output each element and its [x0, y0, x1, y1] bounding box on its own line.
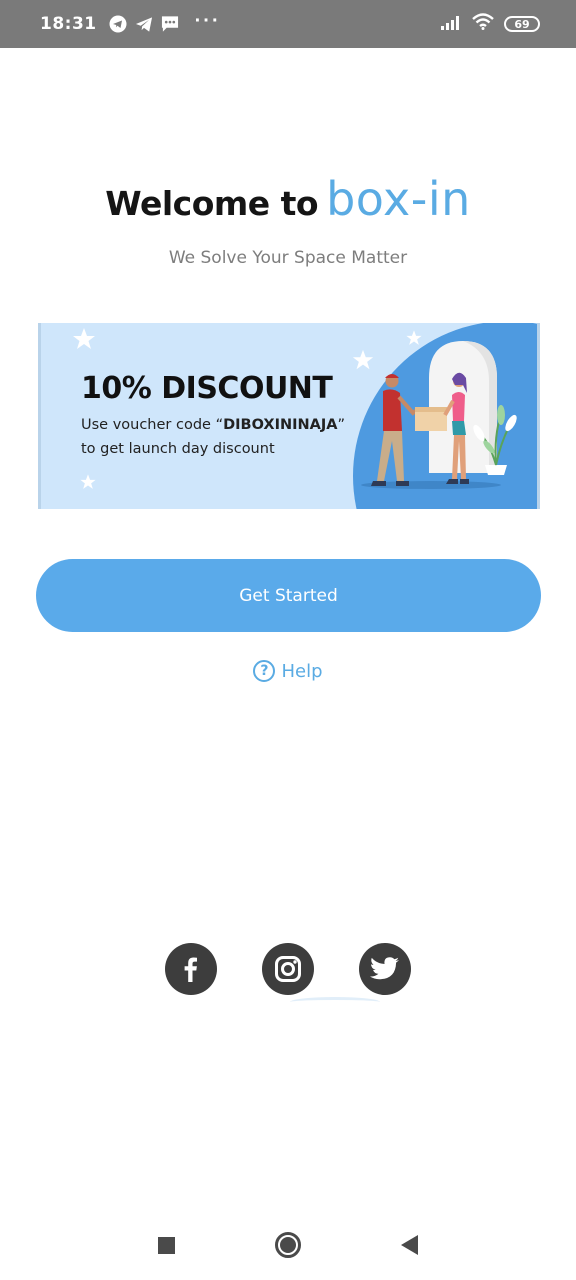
signal-icon [440, 14, 462, 35]
status-right: 69 [440, 13, 540, 35]
system-nav-bar [0, 1220, 576, 1270]
star-icon [80, 474, 96, 489]
battery-icon: 69 [504, 16, 540, 32]
banner-description: to get launch day discount [81, 441, 275, 457]
more-notifications: ··· [194, 10, 221, 32]
home-icon[interactable] [275, 1232, 301, 1258]
help-icon: ? [253, 660, 276, 682]
instagram-button[interactable] [262, 943, 314, 995]
instagram-icon [275, 956, 301, 982]
message-icon [161, 15, 179, 33]
brand-logo-text: box-in [326, 172, 471, 226]
welcome-text: Welcome to [105, 184, 319, 223]
wifi-icon [472, 13, 494, 35]
get-started-button[interactable]: Get Started [36, 559, 541, 632]
welcome-heading: Welcome to box-in [0, 172, 576, 234]
twitter-icon [370, 957, 399, 980]
status-bar: 18:31 ··· 69 [0, 0, 576, 48]
tagline: We Solve Your Space Matter [168, 248, 408, 268]
facebook-button[interactable] [165, 943, 217, 995]
social-links [0, 943, 576, 995]
twitter-button[interactable] [359, 943, 411, 995]
facebook-icon [184, 957, 197, 982]
recents-icon[interactable] [158, 1236, 175, 1254]
delivery-illustration [361, 341, 517, 489]
promo-banner[interactable]: 10% DISCOUNT Use voucher code “DIBOXININ… [38, 323, 540, 509]
decorative-shadow [290, 997, 380, 1007]
notification-icons: ··· [109, 10, 221, 33]
banner-title: 10% DISCOUNT [81, 371, 333, 406]
help-label: Help [281, 660, 323, 682]
status-time: 18:31 [40, 14, 97, 34]
back-icon[interactable] [401, 1235, 418, 1255]
voucher-code: DIBOXININAJA [223, 417, 338, 433]
help-link[interactable]: ? Help [0, 658, 576, 684]
banner-voucher-line: Use voucher code “DIBOXININAJA” [81, 417, 345, 433]
telegram-icon [135, 15, 153, 33]
star-icon [73, 328, 95, 349]
telegram-circle-icon [109, 15, 127, 33]
